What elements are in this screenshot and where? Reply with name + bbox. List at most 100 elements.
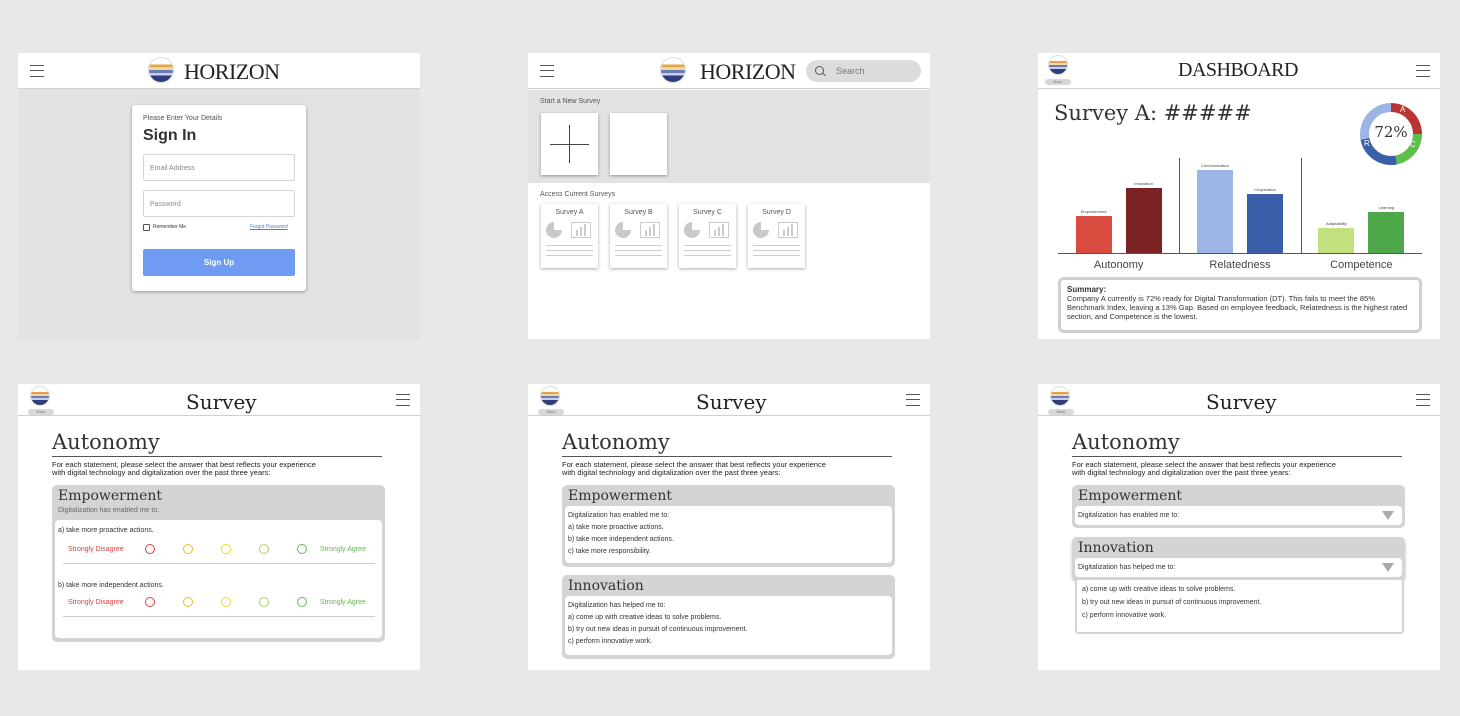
- bar-adaptability[interactable]: [1318, 228, 1355, 253]
- horizon-logo: [660, 57, 686, 83]
- survey-tile-c[interactable]: Survey C: [679, 204, 736, 268]
- empowerment-section: Empowerment Digitalization has enabled m…: [52, 485, 385, 642]
- innovation-list: Digitalization has helped me to: a) come…: [565, 596, 892, 655]
- scale-low-label: Strongly Disagree: [68, 546, 124, 553]
- summary-text: Company A currently is 72% ready for Dig…: [1067, 294, 1408, 321]
- horizon-logo: [148, 57, 174, 83]
- remember-checkbox[interactable]: [143, 224, 150, 231]
- survey-tile-title: Survey D: [762, 209, 791, 216]
- section-title: Autonomy: [562, 430, 670, 454]
- innovation-options: a) come up with creative ideas to solve …: [1075, 580, 1404, 634]
- back-button[interactable]: Back: [1048, 409, 1074, 415]
- bar-empowerment[interactable]: [1075, 215, 1112, 253]
- signin-card: Please Enter Your Details Sign In Email …: [132, 105, 306, 291]
- rating-radio-4[interactable]: [259, 544, 269, 554]
- bar-label: Communication: [1201, 163, 1229, 169]
- bar-cooperation[interactable]: [1247, 194, 1283, 253]
- header: Back Survey: [528, 384, 930, 416]
- forgot-password-link[interactable]: Forgot Password: [250, 224, 288, 230]
- email-field[interactable]: Email Address: [143, 154, 295, 181]
- survey-tile-d[interactable]: Survey D: [748, 204, 805, 268]
- password-field[interactable]: Password: [143, 190, 295, 217]
- header: HORIZON Search: [528, 53, 930, 89]
- search-input[interactable]: Search: [836, 66, 865, 76]
- item-text: b) take more independent actions.: [568, 536, 674, 543]
- signup-button[interactable]: Sign Up: [143, 249, 295, 276]
- bar-label: Adaptability: [1325, 221, 1347, 227]
- header: Back Survey: [1038, 384, 1440, 416]
- pie-icon: [684, 222, 700, 238]
- menu-icon[interactable]: [30, 65, 44, 77]
- rating-radio-1[interactable]: [145, 544, 155, 554]
- option-item[interactable]: b) try out new ideas in pursuit of conti…: [1082, 599, 1261, 606]
- survey-tile-a[interactable]: Survey A: [541, 204, 598, 268]
- survey-tile-b[interactable]: Survey B: [610, 204, 667, 268]
- plus-icon-bar: [550, 144, 589, 145]
- rating-radio-4[interactable]: [259, 597, 269, 607]
- innovation-select[interactable]: Digitalization has helped me to:: [1075, 558, 1402, 577]
- menu-icon[interactable]: [396, 394, 410, 406]
- dashboard-title: DASHBOARD: [1178, 59, 1298, 81]
- question-text: a) take more proactive actions.: [58, 527, 154, 534]
- survey-tile-title: Survey C: [693, 209, 722, 216]
- group-separator: [1300, 158, 1302, 253]
- rating-radio-3[interactable]: [221, 597, 231, 607]
- chevron-down-icon[interactable]: [1382, 511, 1394, 520]
- gauge-label-c: C: [1410, 140, 1416, 149]
- survey-dropdown-screen: Back Survey Autonomy For each statement,…: [1038, 384, 1440, 670]
- search-bar[interactable]: Search: [806, 60, 921, 82]
- bar-chart-icon: [640, 222, 660, 238]
- signin-title: Sign In: [143, 127, 197, 144]
- item-text: a) come up with creative ideas to solve …: [568, 614, 722, 621]
- signin-prompt: Please Enter Your Details: [143, 115, 223, 122]
- section-title: Autonomy: [1072, 430, 1180, 454]
- menu-icon[interactable]: [1416, 394, 1430, 406]
- survey-tile-title: Survey A: [555, 209, 584, 216]
- back-button[interactable]: Back: [1045, 79, 1071, 85]
- empowerment-dropdown[interactable]: Empowerment Digitalization has enabled m…: [1072, 485, 1405, 528]
- empowerment-title: Empowerment: [58, 488, 163, 504]
- rating-radio-5[interactable]: [297, 544, 307, 554]
- rating-radio-5[interactable]: [297, 597, 307, 607]
- option-item[interactable]: a) come up with creative ideas to solve …: [1082, 586, 1235, 593]
- empowerment-title: Empowerment: [568, 488, 673, 504]
- innovation-section[interactable]: Innovation Digitalization has helped me …: [562, 575, 895, 659]
- brand-name: HORIZON: [184, 59, 280, 84]
- empowerment-section[interactable]: Empowerment Digitalization has enabled m…: [562, 485, 895, 567]
- empowerment-prompt: Digitalization has enabled me to:: [58, 507, 160, 514]
- remember-label: Remember Me: [153, 224, 187, 230]
- bar-label: Cooperation: [1254, 187, 1276, 193]
- innovation-dropdown[interactable]: Innovation Digitalization has helped me …: [1072, 537, 1405, 580]
- bar-communication[interactable]: [1197, 170, 1233, 253]
- add-survey-tile[interactable]: [541, 113, 598, 175]
- bar-innovation[interactable]: [1125, 187, 1162, 253]
- group-separator: [1179, 158, 1181, 253]
- category-label: Relatedness: [1209, 259, 1271, 271]
- summary-box: Summary: Company A currently is 72% read…: [1058, 277, 1422, 333]
- menu-icon[interactable]: [1416, 65, 1430, 77]
- rating-radio-3[interactable]: [221, 544, 231, 554]
- rating-radio-1[interactable]: [145, 597, 155, 607]
- back-button[interactable]: Back: [28, 409, 54, 415]
- home-screen: HORIZON Search Start a New Survey Access…: [528, 53, 930, 339]
- item-text: a) take more proactive actions.: [568, 524, 664, 531]
- category-label: Competence: [1330, 259, 1393, 271]
- chevron-down-icon[interactable]: [1382, 563, 1394, 572]
- header: Back Survey: [18, 384, 420, 416]
- section-title: Autonomy: [52, 430, 160, 454]
- bar-label: Learning: [1378, 204, 1395, 210]
- back-button[interactable]: Back: [538, 409, 564, 415]
- rating-radio-2[interactable]: [183, 597, 193, 607]
- rating-radio-2[interactable]: [183, 544, 193, 554]
- empowerment-select[interactable]: Digitalization has enabled me to:: [1075, 506, 1402, 525]
- new-survey-label: Start a New Survey: [540, 98, 601, 105]
- pie-icon: [546, 222, 562, 238]
- bar-learning[interactable]: [1368, 211, 1405, 253]
- gauge-label-r: R: [1364, 139, 1370, 148]
- x-axis: [1058, 253, 1422, 254]
- option-item[interactable]: c) perform innovative work.: [1082, 612, 1166, 619]
- dashboard-screen: Back DASHBOARD Survey A: ##### 72% A R C…: [1038, 53, 1440, 339]
- menu-icon[interactable]: [906, 394, 920, 406]
- template-tile[interactable]: [610, 113, 667, 175]
- menu-icon[interactable]: [540, 65, 554, 77]
